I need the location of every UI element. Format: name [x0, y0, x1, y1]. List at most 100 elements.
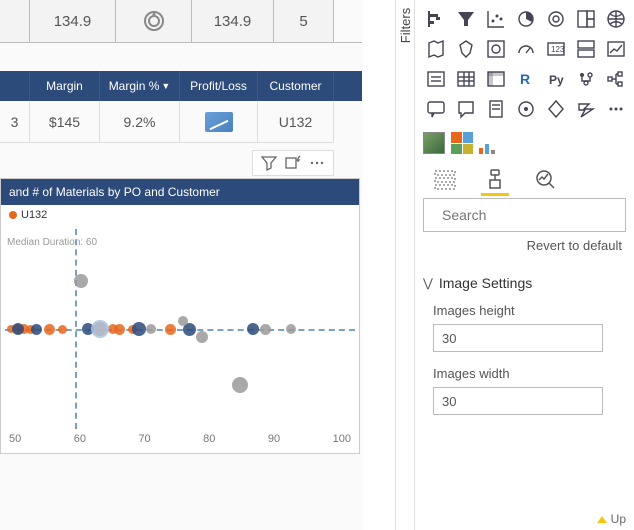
table-icon[interactable] [453, 66, 479, 92]
matrix-visual[interactable]: Margin Margin %▼ Profit/Loss Customer 3 … [0, 71, 362, 143]
custom-visual-1[interactable] [423, 132, 445, 154]
data-point[interactable] [165, 324, 176, 335]
format-tab[interactable] [483, 168, 507, 190]
python-visual-icon[interactable]: Py [543, 66, 569, 92]
chevron-down-icon: ⋁ [423, 276, 433, 290]
sparkline-icon [205, 112, 233, 132]
donut-chart-icon[interactable] [543, 6, 569, 32]
reference-line-v [75, 229, 77, 429]
images-width-input[interactable] [433, 387, 603, 415]
multi-row-card-icon[interactable] [573, 36, 599, 62]
search-box[interactable] [423, 198, 626, 232]
slicer-icon[interactable] [423, 66, 449, 92]
treemap-icon[interactable] [573, 6, 599, 32]
data-point[interactable] [286, 324, 296, 334]
gauge-icon[interactable] [513, 36, 539, 62]
qa-visual-icon[interactable] [423, 96, 449, 122]
search-input[interactable] [442, 207, 623, 223]
kpi-cell-icon [116, 0, 192, 42]
matrix-cell-customer: U132 [258, 101, 334, 143]
revert-to-default-link[interactable]: Revert to default [423, 238, 622, 253]
matrix-row-key: 3 [0, 101, 30, 143]
visual-header [252, 150, 334, 176]
smart-narrative-icon[interactable] [453, 96, 479, 122]
filter-icon[interactable] [261, 155, 277, 171]
format-tab-row [423, 164, 626, 190]
arcgis-map-icon[interactable] [513, 96, 539, 122]
key-influencers-icon[interactable] [573, 66, 599, 92]
reference-line-label: Median Duration: 60 [7, 237, 97, 248]
r-visual-icon[interactable]: R [513, 66, 539, 92]
kpi-icon[interactable] [603, 36, 629, 62]
matrix-head-pl[interactable]: Profit/Loss [180, 71, 258, 101]
data-point[interactable] [196, 331, 208, 343]
data-point[interactable] [114, 324, 125, 335]
get-more-visuals-icon[interactable] [603, 96, 629, 122]
visualizations-pane: 123 R Py [415, 0, 634, 530]
scatter-chart-icon[interactable] [483, 6, 509, 32]
chart-title: and # of Materials by PO and Customer [1, 179, 359, 205]
filters-pane-collapsed[interactable]: Filters [395, 0, 415, 530]
legend-label: U132 [21, 209, 47, 221]
kpi-cell-3: 5 [274, 0, 334, 42]
legend-dot-icon [9, 211, 17, 219]
fields-tab[interactable] [433, 168, 457, 190]
custom-visual-3[interactable] [479, 132, 501, 154]
visualization-gallery: 123 R Py [423, 6, 626, 122]
images-width-label: Images width [433, 366, 626, 381]
kpi-cell-1: 134.9 [30, 0, 116, 42]
svg-text:R: R [520, 71, 530, 87]
matrix-cell-pl [180, 101, 258, 143]
data-point[interactable] [12, 323, 24, 335]
triangle-up-icon [597, 516, 607, 523]
data-point[interactable] [232, 377, 248, 393]
chart-plot-area[interactable]: Median Duration: 60 [5, 229, 355, 429]
pie-chart-icon[interactable] [513, 6, 539, 32]
data-point[interactable] [44, 324, 55, 335]
matrix-head-blank[interactable] [0, 71, 30, 101]
data-point[interactable] [260, 324, 271, 335]
matrix-icon[interactable] [483, 66, 509, 92]
data-point[interactable] [146, 324, 156, 334]
matrix-cell-margin: $145 [30, 101, 100, 143]
more-options-icon[interactable] [309, 155, 325, 171]
scroll-up-indicator[interactable]: Up [597, 512, 626, 526]
funnel-chart-icon[interactable] [453, 6, 479, 32]
custom-visual-2[interactable] [451, 132, 473, 154]
data-point[interactable] [247, 323, 259, 335]
filled-map-icon[interactable] [423, 36, 449, 62]
image-settings-section[interactable]: ⋁ Image Settings [423, 275, 626, 291]
card-icon[interactable]: 123 [543, 36, 569, 62]
kpi-row: 134.9 134.9 5 [0, 0, 362, 43]
power-automate-icon[interactable] [573, 96, 599, 122]
images-height-label: Images height [433, 303, 626, 318]
azure-map-icon[interactable] [483, 36, 509, 62]
sort-desc-icon: ▼ [161, 81, 170, 91]
kpi-blank [0, 0, 30, 42]
matrix-head-customer[interactable]: Customer [258, 71, 334, 101]
clustered-bar-chart-icon[interactable] [423, 6, 449, 32]
x-axis: 50 60 70 80 90 100 [1, 429, 359, 453]
paginated-report-icon[interactable] [483, 96, 509, 122]
table-row[interactable]: 3 $145 9.2% U132 [0, 101, 362, 143]
map-icon[interactable] [603, 6, 629, 32]
data-point[interactable] [91, 320, 109, 338]
filters-pane-label: Filters [398, 8, 413, 43]
matrix-cell-margin-pct: 9.2% [100, 101, 180, 143]
chart-legend: U132 [1, 205, 359, 225]
data-point[interactable] [31, 324, 42, 335]
data-point[interactable] [74, 274, 88, 288]
shape-map-icon[interactable] [453, 36, 479, 62]
matrix-head-margin[interactable]: Margin [30, 71, 100, 101]
data-point[interactable] [58, 325, 67, 334]
analytics-tab[interactable] [533, 168, 557, 190]
custom-visual-row [423, 132, 626, 154]
focus-mode-icon[interactable] [285, 155, 301, 171]
kpi-cell-2: 134.9 [192, 0, 274, 42]
data-point[interactable] [132, 322, 146, 336]
scatter-chart-visual[interactable]: and # of Materials by PO and Customer U1… [0, 178, 360, 454]
power-apps-icon[interactable] [543, 96, 569, 122]
images-height-input[interactable] [433, 324, 603, 352]
decomposition-tree-icon[interactable] [603, 66, 629, 92]
matrix-head-margin-pct[interactable]: Margin %▼ [100, 71, 180, 101]
